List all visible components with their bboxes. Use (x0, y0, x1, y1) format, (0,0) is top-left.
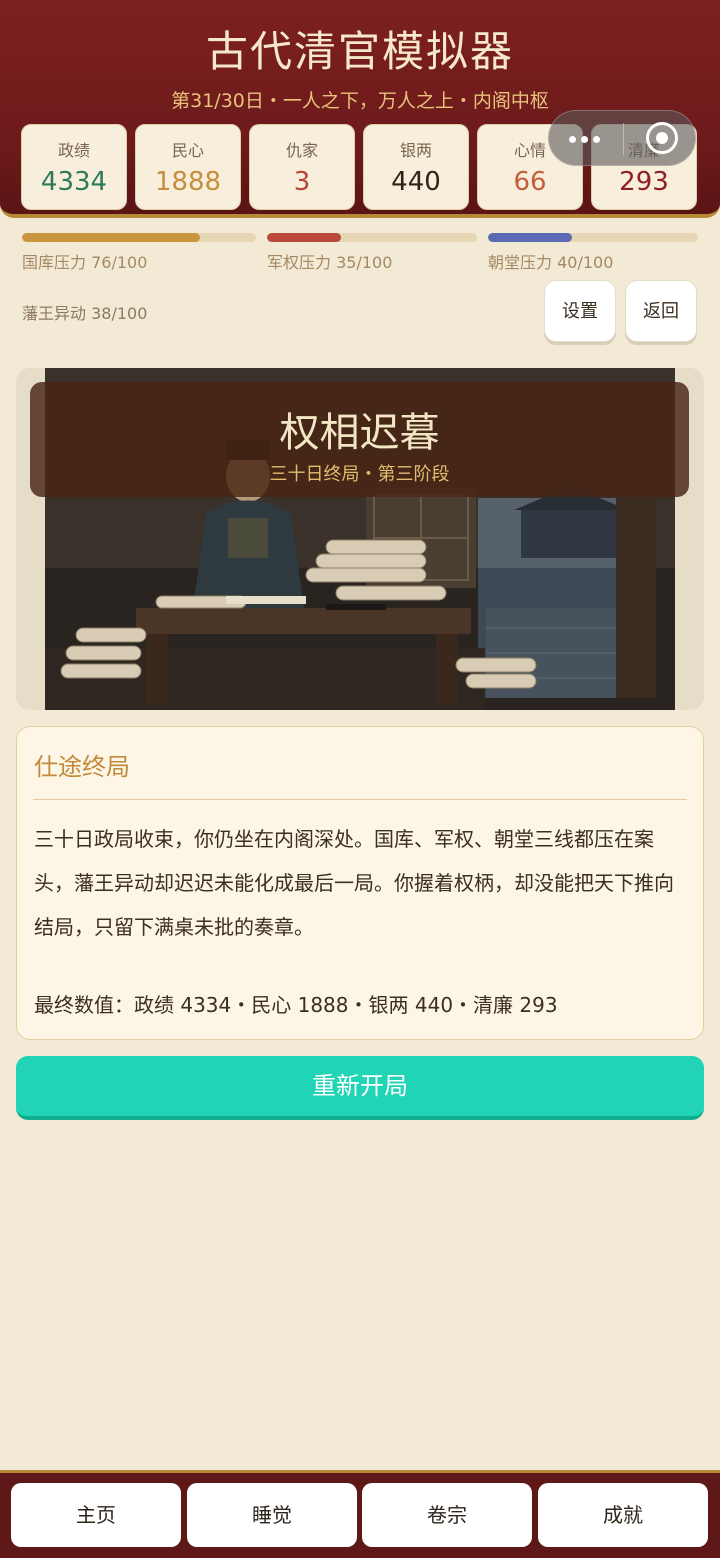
nav-home-button[interactable]: 主页 (11, 1483, 181, 1547)
stat-value: 4334 (40, 167, 108, 197)
pressure-bar-fill (488, 233, 572, 242)
stat-label: 银两 (399, 141, 432, 160)
close-circle-icon[interactable] (646, 122, 678, 154)
stat-card-minxin: 民心 1888 (135, 124, 241, 210)
app-subtitle: 第31/30日・一人之下，万人之上・内阁中枢 (171, 90, 549, 112)
pressure-bar-track (267, 233, 477, 242)
nav-achievements-button[interactable]: 成就 (538, 1483, 708, 1547)
ending-card: 仕途终局 三十日政局收束，你仍坐在内阁深处。国库、军权、朝堂三线都压在案头，藩王… (16, 726, 704, 1040)
miniprogram-capsule (548, 110, 696, 166)
stat-card-yinliang: 银两 440 (363, 124, 469, 210)
final-stats: 最终数值：政绩 4334・民心 1888・银两 440・清廉 293 (34, 993, 558, 1017)
pressure-bar-track (488, 233, 698, 242)
stat-value: 3 (293, 167, 311, 197)
fanwang-label: 藩王异动 38/100 (22, 304, 148, 323)
pressure-bar-fill (267, 233, 341, 242)
app-title: 古代清官模拟器 (205, 27, 514, 76)
stat-value: 293 (619, 167, 669, 197)
stat-value: 1888 (154, 167, 222, 197)
nav-sleep-button[interactable]: 睡觉 (187, 1483, 357, 1547)
scene-banner: 权相迟暮 三十日终局・第三阶段 (30, 382, 689, 497)
stat-label: 民心 (171, 141, 204, 160)
pressure-bar-track (22, 233, 256, 242)
stat-value: 440 (391, 167, 441, 197)
pressure-label: 国库压力 76/100 (22, 253, 148, 272)
pressure-label: 军权压力 35/100 (267, 253, 393, 272)
pressure-label: 朝堂压力 40/100 (488, 253, 614, 272)
ending-title: 仕途终局 (34, 753, 130, 781)
bottom-nav: 主页 睡觉 卷宗 成就 (0, 1470, 720, 1558)
stat-label: 政绩 (57, 141, 90, 160)
more-dots-icon[interactable] (569, 129, 605, 149)
stat-card-zhengji: 政绩 4334 (21, 124, 127, 210)
nav-archive-button[interactable]: 卷宗 (362, 1483, 532, 1547)
pressure-bar-fill (22, 233, 200, 242)
settings-button[interactable]: 设置 (544, 280, 616, 342)
capsule-divider (623, 123, 624, 155)
scene-subtitle: 三十日终局・第三阶段 (269, 464, 450, 485)
stat-card-choujia: 仇家 3 (249, 124, 355, 210)
app-header: 古代清官模拟器 第31/30日・一人之下，万人之上・内阁中枢 政绩 4334 民… (0, 0, 720, 218)
ending-divider (33, 799, 687, 800)
back-button[interactable]: 返回 (625, 280, 697, 342)
ending-text: 三十日政局收束，你仍坐在内阁深处。国库、军权、朝堂三线都压在案头，藩王异动却迟迟… (34, 827, 674, 939)
stat-label: 仇家 (285, 141, 318, 160)
restart-button[interactable]: 重新开局 (16, 1056, 704, 1120)
stat-value: 66 (513, 167, 547, 197)
scene-title: 权相迟暮 (279, 410, 440, 456)
